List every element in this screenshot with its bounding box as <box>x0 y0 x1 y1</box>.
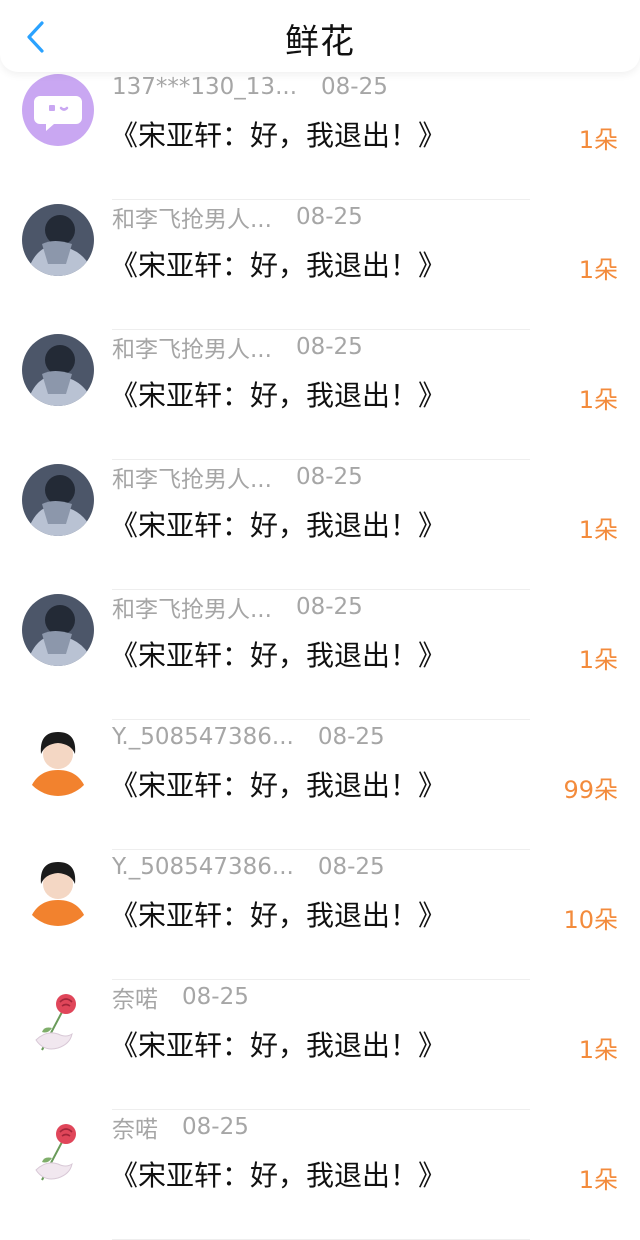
flower-gift-list: 137***130_13... 08-25 《宋亚轩：好，我退出！》 1朵 和李… <box>0 70 640 1240</box>
sender-meta: 和李飞抢男人... 08-25 <box>112 592 363 623</box>
list-item[interactable]: Y._508547386... 08-25 《宋亚轩：好，我退出！》 10朵 <box>0 850 640 980</box>
flower-count: 1朵 <box>578 126 618 154</box>
sender-meta: Y._508547386... 08-25 <box>112 722 385 752</box>
work-title[interactable]: 《宋亚轩：好，我退出！》 <box>110 1154 446 1194</box>
list-item[interactable]: 奈喏 08-25 《宋亚轩：好，我退出！》 1朵 <box>0 1110 640 1240</box>
sender-meta: 137***130_13... 08-25 <box>112 72 388 102</box>
photo-avatar[interactable] <box>22 984 94 1056</box>
sender-meta: 和李飞抢男人... 08-25 <box>112 332 363 363</box>
chat-bubble-avatar[interactable] <box>22 74 94 146</box>
work-title[interactable]: 《宋亚轩：好，我退出！》 <box>110 374 446 414</box>
rose-hand-icon <box>22 1114 94 1186</box>
flower-count: 1朵 <box>578 1036 618 1064</box>
flower-count: 1朵 <box>578 386 618 414</box>
sender-meta: 奈喏 08-25 <box>112 982 249 1013</box>
gift-date: 08-25 <box>317 724 385 750</box>
flower-count: 99朵 <box>563 776 618 804</box>
sender-name: 和李飞抢男人... <box>112 207 272 233</box>
sender-name: 137***130_13... <box>112 74 297 100</box>
photo-avatar[interactable] <box>22 464 94 536</box>
photo-avatar[interactable] <box>22 594 94 666</box>
sender-meta: 和李飞抢男人... 08-25 <box>112 202 363 233</box>
chat-bubble-icon <box>34 96 82 131</box>
photo-avatar[interactable] <box>22 204 94 276</box>
person-photo-icon <box>22 204 94 276</box>
flower-count: 10朵 <box>563 906 618 934</box>
gift-date: 08-25 <box>295 334 363 360</box>
sender-name: 和李飞抢男人... <box>112 467 272 493</box>
work-title[interactable]: 《宋亚轩：好，我退出！》 <box>110 894 446 934</box>
gift-date: 08-25 <box>317 854 385 880</box>
sender-name: 奈喏 <box>112 987 158 1013</box>
gift-date: 08-25 <box>295 464 363 490</box>
top-bar: 鲜花 <box>0 0 640 72</box>
flower-count: 1朵 <box>578 516 618 544</box>
sender-name: Y._508547386... <box>112 724 294 750</box>
work-title[interactable]: 《宋亚轩：好，我退出！》 <box>110 764 446 804</box>
work-title[interactable]: 《宋亚轩：好，我退出！》 <box>110 1024 446 1064</box>
sender-name: 奈喏 <box>112 1117 158 1143</box>
sender-name: 和李飞抢男人... <box>112 337 272 363</box>
list-item[interactable]: 和李飞抢男人... 08-25 《宋亚轩：好，我退出！》 1朵 <box>0 460 640 590</box>
sender-meta: 和李飞抢男人... 08-25 <box>112 462 363 493</box>
list-item[interactable]: 和李飞抢男人... 08-25 《宋亚轩：好，我退出！》 1朵 <box>0 200 640 330</box>
flower-count: 1朵 <box>578 646 618 674</box>
sender-meta: 奈喏 08-25 <box>112 1112 249 1143</box>
boy-orange-hoodie-icon <box>22 724 94 796</box>
page-title: 鲜花 <box>285 22 355 62</box>
work-title[interactable]: 《宋亚轩：好，我退出！》 <box>110 244 446 284</box>
photo-avatar[interactable] <box>22 334 94 406</box>
work-title[interactable]: 《宋亚轩：好，我退出！》 <box>110 634 446 674</box>
photo-avatar[interactable] <box>22 724 94 796</box>
sender-name: Y._508547386... <box>112 854 294 880</box>
list-item[interactable]: 和李飞抢男人... 08-25 《宋亚轩：好，我退出！》 1朵 <box>0 330 640 460</box>
list-item[interactable]: 137***130_13... 08-25 《宋亚轩：好，我退出！》 1朵 <box>0 70 640 200</box>
person-photo-icon <box>22 464 94 536</box>
photo-avatar[interactable] <box>22 1114 94 1186</box>
gift-date: 08-25 <box>295 594 363 620</box>
person-photo-icon <box>22 334 94 406</box>
sender-meta: Y._508547386... 08-25 <box>112 852 385 882</box>
work-title[interactable]: 《宋亚轩：好，我退出！》 <box>110 504 446 544</box>
gift-date: 08-25 <box>295 204 363 230</box>
list-item[interactable]: Y._508547386... 08-25 《宋亚轩：好，我退出！》 99朵 <box>0 720 640 850</box>
list-item[interactable]: 和李飞抢男人... 08-25 《宋亚轩：好，我退出！》 1朵 <box>0 590 640 720</box>
sender-name: 和李飞抢男人... <box>112 597 272 623</box>
flower-count: 1朵 <box>578 256 618 284</box>
person-photo-icon <box>22 594 94 666</box>
flower-count: 1朵 <box>578 1166 618 1194</box>
gift-date: 08-25 <box>182 984 249 1010</box>
work-title[interactable]: 《宋亚轩：好，我退出！》 <box>110 114 446 154</box>
gift-date: 08-25 <box>321 74 388 100</box>
boy-orange-hoodie-icon <box>22 854 94 926</box>
list-item[interactable]: 奈喏 08-25 《宋亚轩：好，我退出！》 1朵 <box>0 980 640 1110</box>
gift-date: 08-25 <box>182 1114 249 1140</box>
photo-avatar[interactable] <box>22 854 94 926</box>
rose-hand-icon <box>22 984 94 1056</box>
